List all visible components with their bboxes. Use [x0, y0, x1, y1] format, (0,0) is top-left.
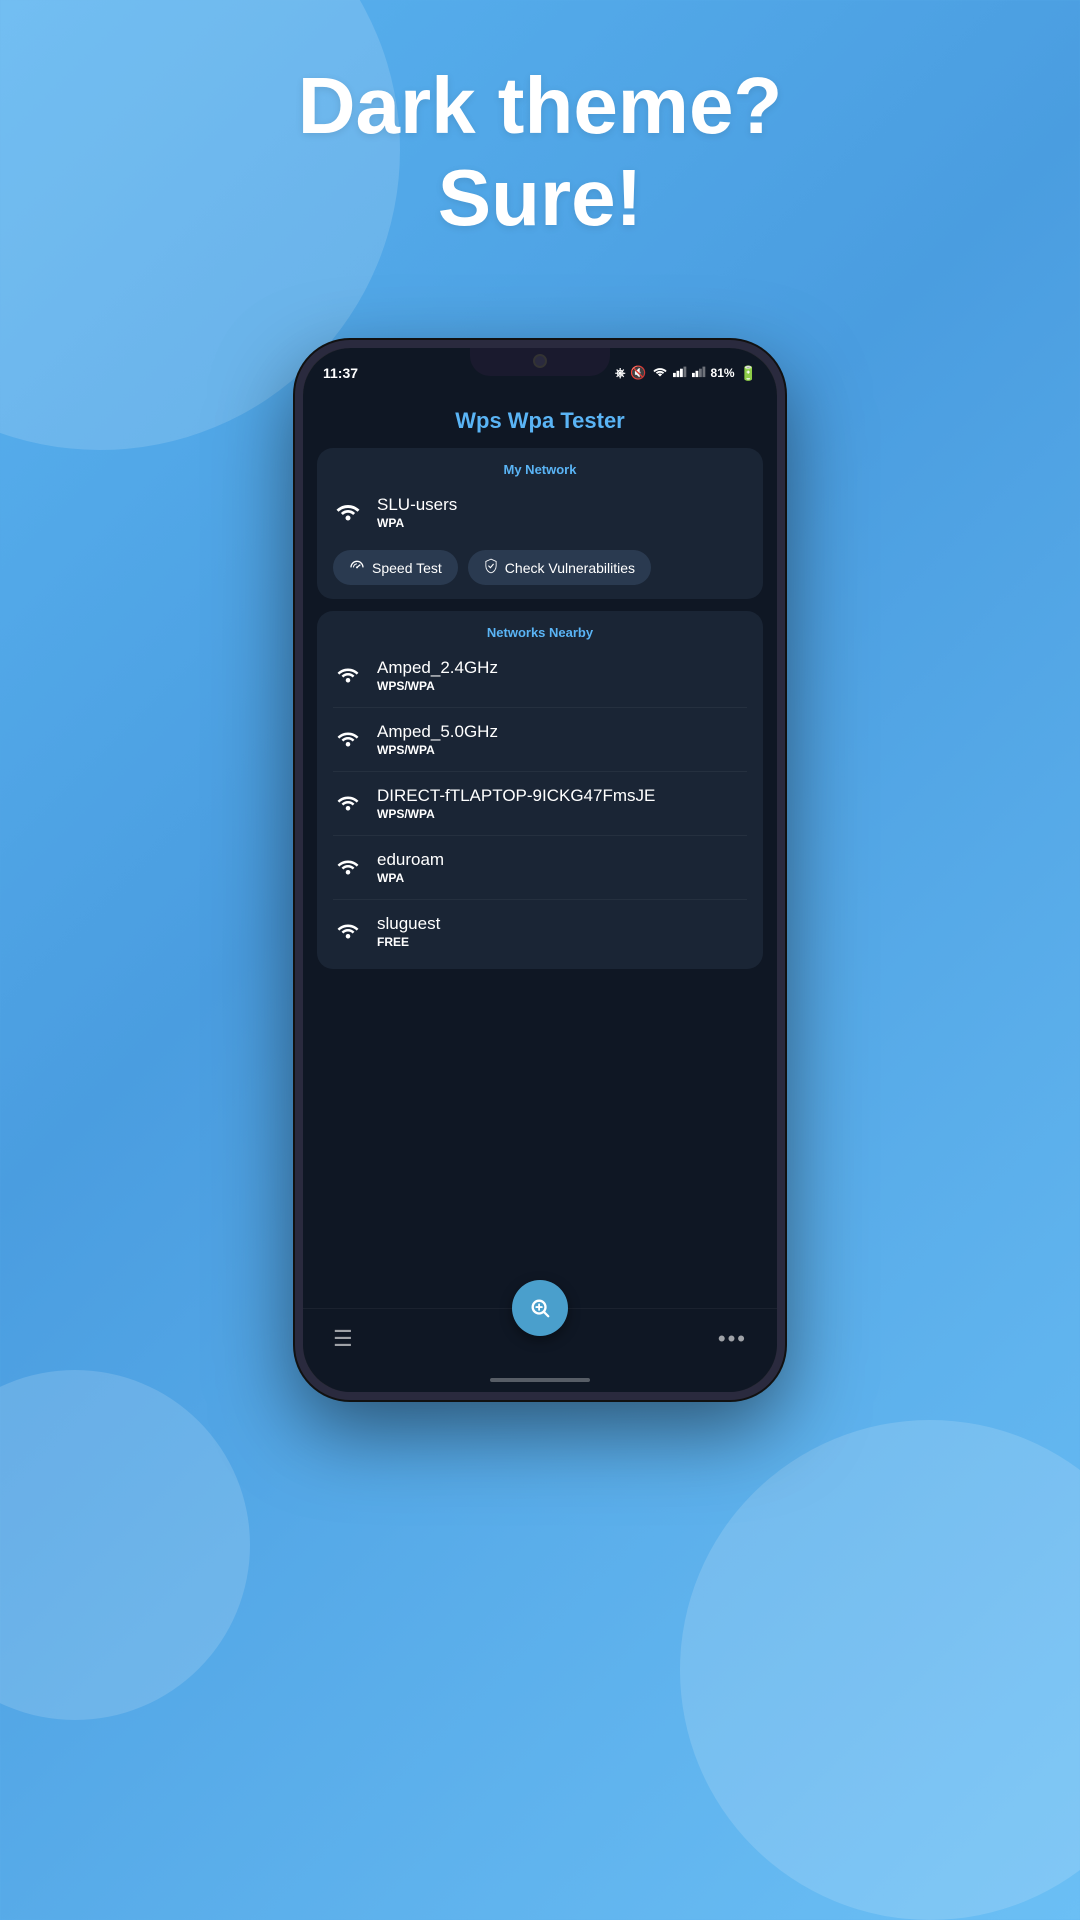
phone-notch — [470, 348, 610, 376]
network-info-1: Amped_5.0GHzWPS/WPA — [377, 722, 498, 757]
speed-test-icon — [349, 559, 365, 576]
wifi-icon-3 — [333, 855, 363, 881]
action-buttons: Speed Test Check Vulnerabilities — [333, 550, 747, 585]
my-network-name: SLU-users — [377, 495, 457, 515]
my-network-card: My Network SLU-users WPA — [317, 448, 763, 599]
scroll-area: My Network SLU-users WPA — [303, 448, 777, 1308]
network-item-4[interactable]: sluguestFREE — [333, 908, 747, 955]
network-info-2: DIRECT-fTLAPTOP-9ICKG47FmsJEWPS/WPA — [377, 786, 655, 821]
network-info-4: sluguestFREE — [377, 914, 440, 949]
front-camera — [533, 354, 547, 368]
network-divider-1 — [333, 707, 747, 708]
wifi-icon-1 — [333, 727, 363, 753]
phone-screen: 11:37 ‭⎈ 🔇 — [303, 348, 777, 1392]
network-divider-2 — [333, 771, 747, 772]
my-network-info: SLU-users WPA — [377, 495, 457, 530]
network-divider-4 — [333, 899, 747, 900]
network-info-0: Amped_2.4GHzWPS/WPA — [377, 658, 498, 693]
network-item-3[interactable]: eduroamWPA — [333, 844, 747, 891]
network-name-1: Amped_5.0GHz — [377, 722, 498, 742]
speed-test-button[interactable]: Speed Test — [333, 550, 458, 585]
headline-line1: Dark theme? — [80, 60, 1000, 152]
wifi-icon-4 — [333, 919, 363, 945]
wifi-status-icon — [652, 365, 668, 381]
status-time: 11:37 — [323, 365, 358, 381]
network-name-2: DIRECT-fTLAPTOP-9ICKG47FmsJE — [377, 786, 655, 806]
phone-frame: 11:37 ‭⎈ 🔇 — [295, 340, 785, 1400]
my-network-wifi-icon — [333, 499, 363, 527]
signal-icon — [673, 365, 687, 381]
my-network-item[interactable]: SLU-users WPA — [333, 489, 747, 536]
signal2-icon — [692, 365, 706, 381]
network-name-0: Amped_2.4GHz — [377, 658, 498, 678]
network-security-2: WPS/WPA — [377, 807, 655, 821]
speed-test-label: Speed Test — [372, 560, 442, 576]
hero-headline: Dark theme? Sure! — [0, 60, 1080, 244]
network-security-3: WPA — [377, 871, 444, 885]
network-security-4: FREE — [377, 935, 440, 949]
menu-icon[interactable]: ☰ — [333, 1326, 353, 1352]
my-network-label: My Network — [333, 462, 747, 477]
network-item-2[interactable]: DIRECT-fTLAPTOP-9ICKG47FmsJEWPS/WPA — [333, 780, 747, 827]
network-item-0[interactable]: Amped_2.4GHzWPS/WPA — [333, 652, 747, 699]
more-options-icon[interactable]: ••• — [718, 1326, 747, 1352]
home-bar — [490, 1378, 590, 1382]
volume-down-button — [782, 628, 785, 688]
network-divider-3 — [333, 835, 747, 836]
network-info-3: eduroamWPA — [377, 850, 444, 885]
networks-list: Amped_2.4GHzWPS/WPA Amped_5.0GHzWPS/WPA … — [333, 652, 747, 955]
network-name-4: sluguest — [377, 914, 440, 934]
volume-up-button — [782, 548, 785, 608]
battery-icon: 🔋 — [740, 365, 757, 382]
check-vuln-label: Check Vulnerabilities — [505, 560, 635, 576]
my-network-security: WPA — [377, 516, 457, 530]
shield-icon — [484, 558, 498, 577]
bg-blob-2 — [680, 1420, 1080, 1920]
bg-blob-3 — [0, 1370, 250, 1720]
network-item-1[interactable]: Amped_5.0GHzWPS/WPA — [333, 716, 747, 763]
network-security-1: WPS/WPA — [377, 743, 498, 757]
network-security-0: WPS/WPA — [377, 679, 498, 693]
wifi-icon-0 — [333, 663, 363, 689]
check-vuln-button[interactable]: Check Vulnerabilities — [468, 550, 651, 585]
battery-text: 81% — [711, 366, 735, 380]
wifi-icon-2 — [333, 791, 363, 817]
fab-scan-button[interactable] — [512, 1280, 568, 1336]
power-button — [295, 568, 298, 658]
networks-nearby-label: Networks Nearby — [333, 625, 747, 640]
phone-mockup: 11:37 ‭⎈ 🔇 — [295, 340, 785, 1400]
headline-line2: Sure! — [80, 152, 1000, 244]
status-icons: ‭⎈ 🔇 — [615, 365, 757, 382]
home-indicator — [303, 1368, 777, 1392]
network-name-3: eduroam — [377, 850, 444, 870]
bluetooth-icon: ‭⎈ — [615, 365, 625, 381]
app-title: Wps Wpa Tester — [303, 390, 777, 448]
mute-icon: 🔇 — [630, 365, 646, 381]
networks-nearby-card: Networks Nearby Amped_2.4GHzWPS/WPA Ampe… — [317, 611, 763, 969]
